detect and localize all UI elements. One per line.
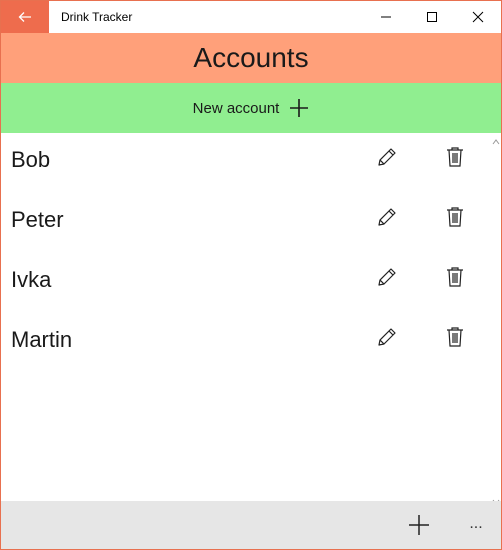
command-bar: ... [1,501,501,549]
app-window: Drink Tracker Accounts New account Bob P… [0,0,502,550]
new-account-button[interactable]: New account [1,83,501,133]
accounts-list: Bob Peter Ivka Martin [1,133,501,501]
minimize-icon [381,16,391,18]
edit-button[interactable] [375,325,399,349]
back-button[interactable] [1,1,49,33]
back-arrow-icon [18,12,31,22]
plus-icon [290,99,309,117]
plus-icon [409,515,429,535]
page-header: Accounts [1,33,501,83]
account-name: Bob [11,147,51,172]
scroll-up-button[interactable] [492,133,500,145]
close-icon [472,11,484,23]
maximize-button[interactable] [409,1,455,33]
edit-button[interactable] [375,265,399,289]
delete-button[interactable] [443,145,467,169]
page-title: Accounts [193,42,309,73]
scroll-down-button[interactable] [492,493,500,505]
title-bar: Drink Tracker [1,1,501,33]
delete-button[interactable] [443,265,467,289]
edit-button[interactable] [375,205,399,229]
scrollbar[interactable] [492,133,500,505]
list-item[interactable]: Martin [1,313,491,373]
pencil-icon [378,148,396,166]
more-button[interactable]: ... [463,511,489,537]
add-button[interactable] [407,513,431,537]
delete-button[interactable] [443,325,467,349]
account-name: Peter [11,207,64,232]
trash-icon [447,267,463,287]
chevron-up-icon [492,139,500,145]
maximize-icon [427,12,437,22]
edit-button[interactable] [375,145,399,169]
account-name: Martin [11,327,73,352]
pencil-icon [378,328,396,346]
list-item[interactable]: Ivka [1,253,491,313]
pencil-icon [378,268,396,286]
trash-icon [447,147,463,167]
account-name: Ivka [11,267,52,292]
window-controls [363,1,501,33]
trash-icon [447,207,463,227]
delete-button[interactable] [443,205,467,229]
pencil-icon [378,208,396,226]
minimize-button[interactable] [363,1,409,33]
close-button[interactable] [455,1,501,33]
trash-icon [447,327,463,347]
list-item[interactable]: Peter [1,193,491,253]
list-item[interactable]: Bob [1,133,491,193]
new-account-label: New account [192,99,280,117]
app-title: Drink Tracker [61,10,133,24]
